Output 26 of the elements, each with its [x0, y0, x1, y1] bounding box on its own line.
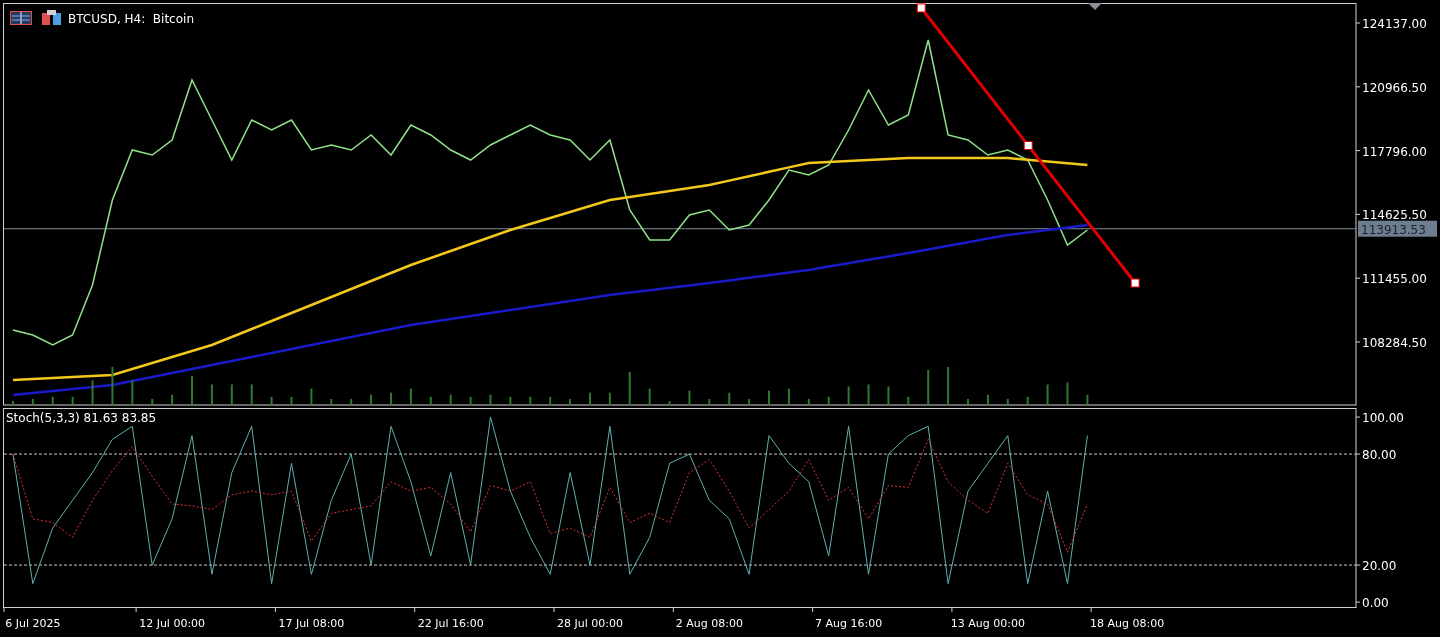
- current-price-label: 113913.53: [1358, 220, 1437, 237]
- indicator-axis-label: 80.00: [1362, 448, 1397, 463]
- symbol-icon[interactable]: [42, 10, 61, 25]
- chart-title: BTCUSD, H4: Bitcoin: [68, 12, 194, 26]
- time-axis-label: 12 Jul 00:00: [139, 617, 206, 630]
- indicator-axis-label: 0.00: [1362, 596, 1389, 611]
- time-axis-label: 18 Aug 08:00: [1090, 617, 1165, 630]
- price-axis-label: 124137.00: [1362, 17, 1427, 31]
- price-axis-label: 108284.50: [1362, 336, 1427, 350]
- time-axis-label: 6 Jul 2025: [5, 617, 61, 630]
- trendline[interactable]: [916, 3, 1140, 288]
- indicator-label: Stoch(5,3,3) 81.63 83.85: [6, 411, 157, 425]
- price-axis-label: 111455.00: [1362, 272, 1427, 287]
- price-axis-label: 120966.50: [1362, 80, 1427, 95]
- time-axis-label: 13 Aug 00:00: [950, 617, 1025, 630]
- indicator-axis-label: 100.00: [1362, 411, 1404, 426]
- time-axis-label: 17 Jul 08:00: [278, 617, 345, 630]
- shift-marker-icon[interactable]: [1088, 3, 1102, 10]
- chart-list-icon[interactable]: [10, 11, 32, 25]
- time-axis-label: 2 Aug 08:00: [675, 617, 743, 630]
- time-axis-label: 7 Aug 16:00: [815, 617, 883, 630]
- price-axis-label: 114625.50: [1362, 208, 1427, 223]
- time-axis-label: 22 Jul 16:00: [417, 617, 484, 630]
- price-axis-label: 117796.00: [1362, 144, 1427, 159]
- time-axis-label: 28 Jul 00:00: [557, 617, 623, 630]
- indicator-axis-label: 20.00: [1362, 559, 1397, 574]
